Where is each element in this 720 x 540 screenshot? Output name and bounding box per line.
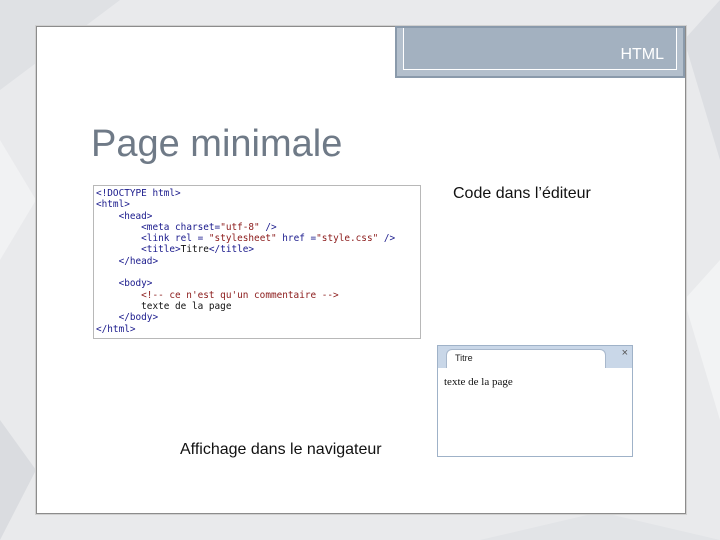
code-line: <head> <box>96 211 418 222</box>
code-token: "style.css" <box>316 233 379 245</box>
caption-browser: Affichage dans le navigateur <box>180 441 382 458</box>
code-line: <!DOCTYPE html> <box>96 188 418 199</box>
close-icon: × <box>621 347 628 359</box>
code-token: <html> <box>96 199 130 211</box>
code-token: "utf-8" <box>220 221 260 233</box>
code-line: </body> <box>96 312 418 323</box>
code-token: charset= <box>175 221 221 233</box>
code-line: <html> <box>96 199 418 210</box>
code-token: </html> <box>96 323 136 335</box>
code-line: texte de la page <box>96 301 418 312</box>
code-token: rel = <box>175 233 209 245</box>
code-line: <body> <box>96 278 418 289</box>
browser-page-text: texte de la page <box>444 376 513 388</box>
code-token: <head> <box>118 210 153 222</box>
code-token: href = <box>276 233 317 245</box>
code-line: <meta charset="utf-8" /> <box>96 222 418 233</box>
code-line: <title>Titre</title> <box>96 244 418 255</box>
code-token: <!-- ce n'est qu'un commentaire --> <box>141 289 339 301</box>
code-token: <title> <box>141 244 181 256</box>
slide: HTML Page minimale Code dans l’éditeur <… <box>36 26 686 514</box>
browser-screenshot: Titre × texte de la page <box>437 345 633 457</box>
header-tab-inner: HTML <box>403 28 677 70</box>
slide-title: Page minimale <box>91 123 343 165</box>
code-token: /> <box>259 221 277 233</box>
code-token: texte de la page <box>96 300 232 312</box>
code-token: </head> <box>118 255 159 267</box>
caption-code: Code dans l’éditeur <box>453 185 591 202</box>
browser-tab-title: Titre <box>455 353 473 363</box>
browser-tab: Titre <box>446 349 606 368</box>
code-line: <!-- ce n'est qu'un commentaire --> <box>96 290 418 301</box>
code-token: <meta <box>141 221 176 233</box>
header-tab: HTML <box>395 26 685 78</box>
code-token: </body> <box>118 312 159 324</box>
code-token: <!DOCTYPE html> <box>96 188 181 199</box>
code-screenshot: <!DOCTYPE html> <html> <head> <meta chars… <box>93 185 421 339</box>
browser-tab-bar: Titre × <box>438 346 632 368</box>
code-token: </title> <box>208 244 255 256</box>
code-line: </html> <box>96 324 418 335</box>
code-line: </head> <box>96 256 418 267</box>
code-line: <link rel = "stylesheet" href ="style.cs… <box>96 233 418 244</box>
code-token: <body> <box>118 278 153 290</box>
code-token: Titre <box>180 244 209 256</box>
code-token: /> <box>378 233 396 245</box>
code-token: <link <box>141 233 176 245</box>
header-tab-label: HTML <box>620 46 664 63</box>
code-token: "stylesheet" <box>208 233 277 245</box>
